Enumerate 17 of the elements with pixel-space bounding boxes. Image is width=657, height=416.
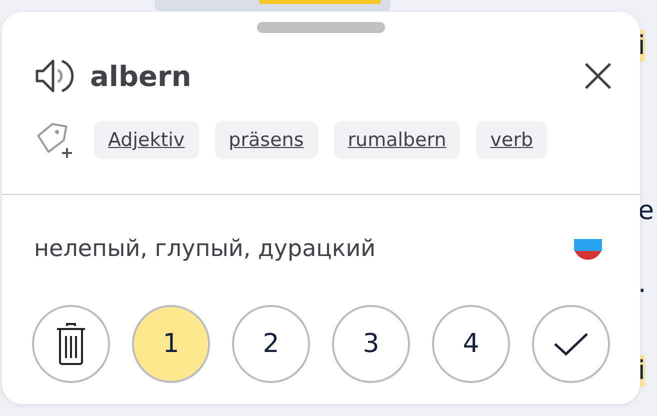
tag-chip[interactable]: Adjektiv (94, 121, 199, 159)
background-text: . (637, 268, 646, 300)
drag-handle[interactable] (257, 22, 385, 33)
close-icon[interactable] (584, 62, 612, 90)
level-button[interactable]: 1 (132, 305, 210, 383)
translation-text: нелепый, глупый, дурацкий (34, 236, 376, 262)
level-button[interactable]: 4 (432, 305, 510, 383)
trash-icon (55, 322, 87, 366)
checkmark-icon (553, 331, 589, 357)
tag-chip[interactable]: präsens (214, 121, 318, 159)
word-title: albern (90, 60, 192, 92)
background-text: e (637, 195, 654, 227)
tag-chip[interactable]: rumalbern (334, 121, 460, 159)
level-button[interactable]: 3 (332, 305, 410, 383)
speaker-icon[interactable] (34, 57, 74, 95)
tag-chip[interactable]: verb (476, 121, 548, 159)
level-button[interactable]: 2 (232, 305, 310, 383)
